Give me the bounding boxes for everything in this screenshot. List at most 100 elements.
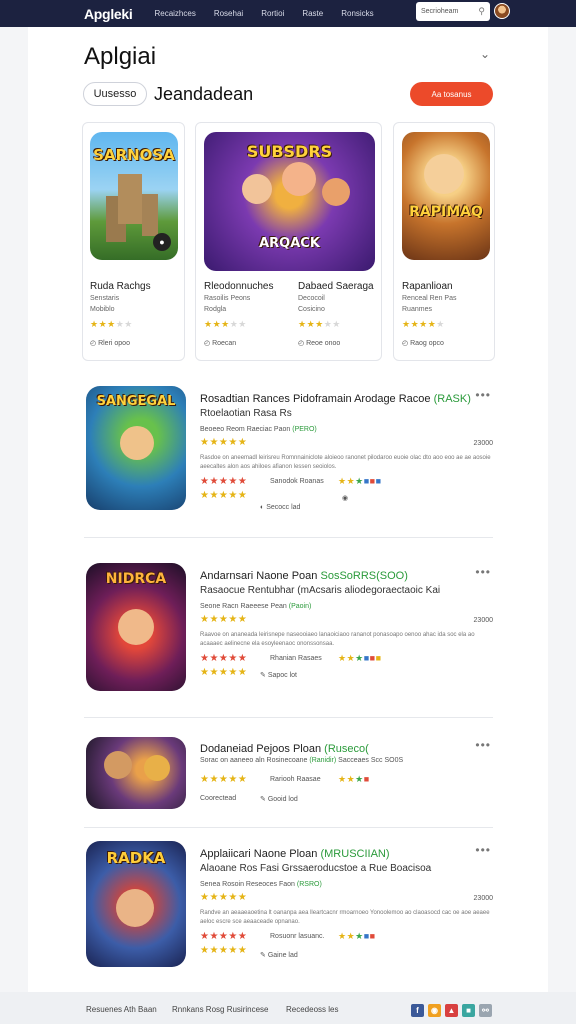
artwork-title: SANGEGAL bbox=[96, 394, 176, 409]
app-description: Sorac on aaneeo aln Rosinecoane (Ranidir… bbox=[200, 757, 404, 764]
app-description: Randve an aeaaeaoetina lt oananpa aea ll… bbox=[200, 910, 490, 925]
app-list-item[interactable]: Dodaneiad Pejoos Ploan (Ruseco( ••• Sora… bbox=[84, 735, 493, 815]
play-icon[interactable]: ● bbox=[153, 233, 171, 251]
nav-item-3[interactable]: Rortioi bbox=[261, 9, 284, 18]
app-meta: ◴ Reoe onoo bbox=[298, 340, 341, 347]
facebook-icon[interactable]: f bbox=[411, 1004, 424, 1017]
main-panel: Aplgiai ⌄ Uusesso Jeandadean Aa tosanus … bbox=[28, 27, 548, 992]
app-developer: Senea Rosoin Reseoces Faon (RSRO) bbox=[200, 881, 322, 888]
featured-card-wide[interactable]: SUBSDRS ARQACK Rleodonnuches Rasoilis Pe… bbox=[195, 122, 382, 361]
tag-label: Rariooh Raasae bbox=[270, 776, 321, 783]
app-list-item[interactable]: NIDRCA Andarnsari Naone Poan SosSoRRS(SO… bbox=[84, 561, 493, 691]
share-link[interactable]: ✎ Sapoc lot bbox=[260, 671, 297, 679]
rating-stars: ★★★★★ bbox=[298, 319, 341, 329]
search-placeholder: Secrioheam bbox=[421, 8, 459, 15]
rating-stars: ★★★★★ bbox=[200, 667, 248, 678]
share-icon[interactable]: ▲ bbox=[445, 1004, 458, 1017]
nav-item-4[interactable]: Raste bbox=[302, 9, 323, 18]
rating-stars: ★★★★★ bbox=[200, 931, 248, 942]
artwork-title: RAPIMAQ bbox=[409, 204, 483, 220]
nav-item-1[interactable]: Recaizhces bbox=[154, 9, 195, 18]
nav-item-2[interactable]: Rosehai bbox=[214, 9, 243, 18]
footer: Resuenes Ath Baan Rnnkans Rosg Rusirince… bbox=[0, 992, 576, 1024]
app-name: Dabaed Saeraga bbox=[298, 281, 374, 292]
more-options-icon[interactable]: ••• bbox=[475, 738, 491, 752]
app-name: Ruda Rachgs bbox=[90, 281, 151, 292]
artwork-title: SARNOSA bbox=[93, 146, 175, 164]
link-icon[interactable]: ⚯ bbox=[479, 1004, 492, 1017]
app-developer: Rasoilis Peons bbox=[204, 295, 251, 302]
search-input[interactable]: Secrioheam ⚲ bbox=[416, 2, 490, 21]
share-link[interactable]: ✎ Gooid lod bbox=[260, 795, 298, 803]
app-artwork: SUBSDRS ARQACK bbox=[204, 132, 375, 271]
more-options-icon[interactable]: ••• bbox=[475, 565, 491, 579]
extra-label: Coorectead bbox=[200, 795, 237, 802]
app-developer: Senstaris bbox=[90, 295, 120, 302]
chat-icon[interactable]: ■ bbox=[462, 1004, 475, 1017]
app-artwork: NIDRCA bbox=[86, 563, 186, 691]
app-title: Rosadtian Rances Pidoframain Arodage Rac… bbox=[200, 393, 471, 405]
footer-link-left[interactable]: Resuenes Ath Baan bbox=[86, 1005, 157, 1014]
app-subtitle: Alaoane Ros Fasi Grssaeroducstoe a Rue B… bbox=[200, 863, 432, 874]
more-options-icon[interactable]: ••• bbox=[475, 843, 491, 857]
artwork-title: NIDRCA bbox=[105, 571, 167, 587]
artwork-title: RADKA bbox=[106, 849, 166, 867]
primary-action-button[interactable]: Aa tosanus bbox=[410, 82, 493, 106]
app-list-item[interactable]: RADKA Applaiicari Naone Ploan (MRUSCIIAN… bbox=[84, 839, 493, 969]
character-figure bbox=[120, 426, 154, 460]
app-developer: Decocoil bbox=[298, 295, 325, 302]
app-category: Cosicino bbox=[298, 306, 325, 313]
rating-stars: ★★★★★ bbox=[204, 319, 247, 329]
app-category: Rodgla bbox=[204, 306, 227, 313]
category-tags: ★★★■■■ bbox=[338, 653, 382, 663]
rating-stars: ★★★★★ bbox=[200, 653, 248, 664]
top-nav: Recaizhces Rosehai Rortioi Raste Ronsick… bbox=[154, 9, 373, 18]
divider bbox=[84, 537, 493, 538]
character-figure bbox=[118, 609, 154, 645]
character-figure bbox=[104, 751, 132, 779]
price-label: 23000 bbox=[473, 895, 493, 902]
share-link[interactable]: ✎ Gaine lad bbox=[260, 951, 298, 959]
app-list-item[interactable]: SANGEGAL Rosadtian Rances Pidoframain Ar… bbox=[84, 384, 493, 514]
app-description: Rasdoe on aneemadl leirisreu Romnnainicl… bbox=[200, 455, 491, 470]
app-developer: Beoeeo Reom Raeciac Paon (PERO) bbox=[200, 426, 317, 433]
tag-label: Rosuonr lasuanc. bbox=[270, 933, 325, 940]
app-artwork: SARNOSA ● bbox=[90, 132, 178, 260]
category-tags: ★★★■■ bbox=[338, 931, 376, 941]
rating-stars: ★★★★★ bbox=[200, 476, 248, 487]
character-figure bbox=[424, 154, 464, 194]
share-link[interactable]: ◐ Secocc lad bbox=[260, 504, 300, 511]
category-tags: ★★★■ bbox=[338, 774, 370, 784]
app-title: Andarnsari Naone Poan SosSoRRS(SOO) bbox=[200, 570, 408, 582]
featured-card[interactable]: SARNOSA ● Ruda Rachgs Senstaris Mobiblo … bbox=[82, 122, 185, 361]
filter-pill[interactable]: Uusesso bbox=[83, 82, 147, 106]
app-developer: Seone Racn Raeeese Pean (Paoin) bbox=[200, 603, 312, 610]
price-label: 23000 bbox=[473, 440, 493, 447]
footer-link-middle[interactable]: Rnnkans Rosg Rusirincese bbox=[172, 1005, 269, 1014]
price-label: 23000 bbox=[473, 617, 493, 624]
nav-item-5[interactable]: Ronsicks bbox=[341, 9, 373, 18]
category-tags: ★★★■■■ bbox=[338, 476, 382, 486]
user-avatar[interactable] bbox=[494, 3, 510, 19]
app-category: Mobiblo bbox=[90, 306, 115, 313]
divider bbox=[84, 717, 493, 718]
app-meta: ◴ Raog opco bbox=[402, 340, 444, 347]
top-bar: Apgleki Recaizhces Rosehai Rortioi Raste… bbox=[0, 0, 576, 27]
rating-stars: ★★★★★ bbox=[90, 319, 133, 329]
chevron-down-icon[interactable]: ⌄ bbox=[480, 47, 490, 61]
featured-card[interactable]: RAPIMAQ Rapanlioan Renceal Ren Pas Ruanm… bbox=[393, 122, 495, 361]
character-figure bbox=[282, 162, 316, 196]
footer-link-right[interactable]: Recedeoss les bbox=[286, 1005, 338, 1014]
tag-icon: ◉ bbox=[342, 495, 349, 502]
divider bbox=[84, 827, 493, 828]
app-meta: ◴ Roecan bbox=[204, 340, 237, 347]
section-heading: Jeandadean bbox=[154, 84, 254, 104]
rss-icon[interactable]: ◉ bbox=[428, 1004, 441, 1017]
search-icon[interactable]: ⚲ bbox=[478, 6, 485, 17]
more-options-icon[interactable]: ••• bbox=[475, 388, 491, 402]
app-logo[interactable]: Apgleki bbox=[84, 6, 133, 22]
app-artwork: RAPIMAQ bbox=[402, 132, 490, 260]
rating-stars: ★★★★★ bbox=[200, 945, 248, 956]
artwork-subtitle: ARQACK bbox=[259, 236, 320, 251]
character-figure bbox=[144, 755, 170, 781]
